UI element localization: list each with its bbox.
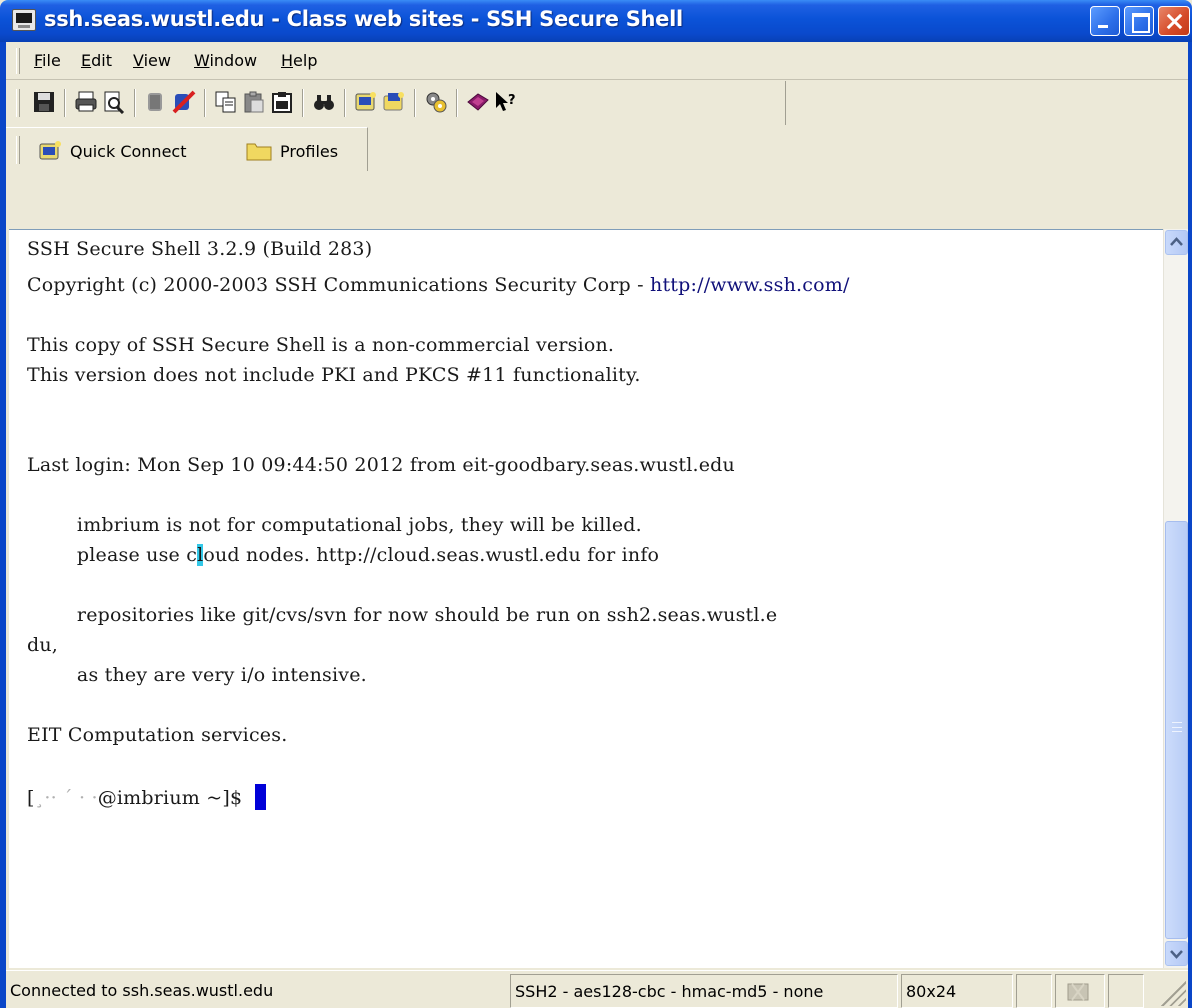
- svg-text:?: ?: [508, 93, 516, 108]
- quick-connect-label: Quick Connect: [70, 141, 187, 161]
- app-terminal-icon[interactable]: [12, 9, 36, 31]
- terminal-size-status: 80x24: [901, 974, 1013, 1008]
- terminal-line: repositories like git/cvs/svn for now sh…: [27, 604, 778, 626]
- folder-icon: [246, 143, 272, 161]
- encryption-status-panel: [1055, 974, 1105, 1008]
- cipher-status: SSH2 - aes128-cbc - hmac-md5 - none: [510, 974, 898, 1008]
- terminal-line: as they are very i/o intensive.: [27, 664, 367, 686]
- new-file-transfer-icon[interactable]: [382, 90, 406, 114]
- terminal-line: SSH Secure Shell 3.2.9 (Build 283): [27, 238, 373, 260]
- find-icon[interactable]: [312, 90, 336, 114]
- toolbar-separator: [456, 89, 458, 117]
- title-bar: ssh.seas.wustl.edu - Class web sites - S…: [0, 0, 1192, 42]
- new-terminal-icon[interactable]: [354, 90, 378, 114]
- profiles-label: Profiles: [280, 141, 339, 161]
- scroll-up-button[interactable]: [1165, 230, 1188, 255]
- toolbar-separator: [134, 89, 136, 117]
- quick-connect-icon: [39, 141, 61, 160]
- window-frame-left: [0, 42, 6, 1008]
- close-button[interactable]: [1158, 6, 1190, 36]
- toolbar-separator: [204, 89, 206, 117]
- terminal-line: EIT Computation services.: [27, 724, 288, 746]
- toolbar: ? Quick Connect Profiles: [6, 81, 1188, 171]
- toolbar-grip[interactable]: [16, 89, 20, 117]
- disconnect-icon[interactable]: [172, 90, 196, 114]
- print-icon[interactable]: [74, 90, 98, 114]
- terminal-line: imbrium is not for computational jobs, t…: [27, 514, 642, 536]
- terminal-line: This version does not include PKI and PK…: [27, 364, 641, 386]
- chevron-down-icon: [1170, 950, 1183, 959]
- menu-file[interactable]: File: [34, 51, 61, 70]
- menu-view[interactable]: View: [133, 51, 171, 70]
- whats-this-icon[interactable]: ?: [494, 90, 518, 114]
- text-cursor: [254, 784, 266, 810]
- menu-window[interactable]: Window: [194, 51, 257, 70]
- chevron-up-icon: [1170, 237, 1183, 246]
- toolbar-separator: [344, 89, 346, 117]
- menu-bar: File Edit View Window Help: [6, 42, 1188, 80]
- ssh-link[interactable]: http://www.ssh.com/: [650, 274, 850, 296]
- copy-icon[interactable]: [214, 90, 238, 114]
- toolbar-separator: [64, 89, 66, 117]
- terminal-text: oud nodes. http://cloud.seas.wustl.edu f…: [203, 544, 660, 566]
- toolbar-separator: [414, 89, 416, 117]
- prompt-bracket: [: [27, 787, 35, 809]
- terminal-line: This copy of SSH Secure Shell is a non-c…: [27, 334, 615, 356]
- thumb-grip-icon: [1172, 722, 1182, 732]
- menu-help[interactable]: Help: [281, 51, 317, 70]
- window-title: ssh.seas.wustl.edu - Class web sites - S…: [44, 7, 683, 31]
- window-frame-right: [1188, 42, 1192, 1008]
- print-preview-icon[interactable]: [102, 90, 126, 114]
- terminal-area[interactable]: SSH Secure Shell 3.2.9 (Build 283) Copyr…: [9, 229, 1163, 968]
- menu-edit[interactable]: Edit: [81, 51, 112, 70]
- profiles-button[interactable]: Profiles: [246, 136, 338, 166]
- status-bar: Connected to ssh.seas.wustl.edu SSH2 - a…: [6, 970, 1188, 1008]
- terminal-text: please use c: [27, 544, 198, 566]
- status-panel-empty: [1108, 974, 1144, 1008]
- terminal-line: Last login: Mon Sep 10 09:44:50 2012 fro…: [27, 454, 735, 476]
- quick-connect-button[interactable]: Quick Connect: [38, 136, 186, 166]
- minimize-button[interactable]: [1090, 6, 1120, 36]
- prompt-text: @imbrium ~]$: [97, 787, 255, 809]
- terminal-text: Copyright (c) 2000-2003 SSH Communicatio…: [27, 274, 651, 296]
- connect-icon[interactable]: [144, 90, 168, 114]
- vertical-scrollbar[interactable]: [1163, 229, 1188, 968]
- paste-special-icon[interactable]: [270, 90, 294, 114]
- encryption-icon: [1067, 983, 1089, 1001]
- toolbar-separator: [302, 89, 304, 117]
- connection-status: Connected to ssh.seas.wustl.edu: [10, 981, 274, 1000]
- help-icon[interactable]: [466, 90, 490, 114]
- status-panel-empty: [1016, 974, 1052, 1008]
- terminal-line: Copyright (c) 2000-2003 SSH Communicatio…: [27, 274, 850, 296]
- scroll-down-button[interactable]: [1165, 941, 1188, 966]
- maximize-button[interactable]: [1124, 6, 1154, 36]
- redacted-username: ¸·· ´ · ·: [34, 787, 98, 809]
- menu-grip[interactable]: [16, 48, 20, 74]
- settings-icon[interactable]: [424, 90, 448, 114]
- paste-icon[interactable]: [242, 90, 266, 114]
- toolbar-grip[interactable]: [16, 136, 20, 164]
- terminal-line: please use cloud nodes. http://cloud.sea…: [27, 544, 659, 566]
- terminal-line: du,: [27, 634, 59, 656]
- resize-grip[interactable]: [1158, 978, 1186, 1006]
- save-icon[interactable]: [32, 90, 56, 114]
- scroll-thumb[interactable]: [1165, 521, 1188, 939]
- prompt-line: [¸·· ´ · ·@imbrium ~]$: [27, 784, 266, 810]
- main-toolbar: ?: [6, 81, 786, 125]
- connect-toolbar: Quick Connect Profiles: [6, 127, 368, 171]
